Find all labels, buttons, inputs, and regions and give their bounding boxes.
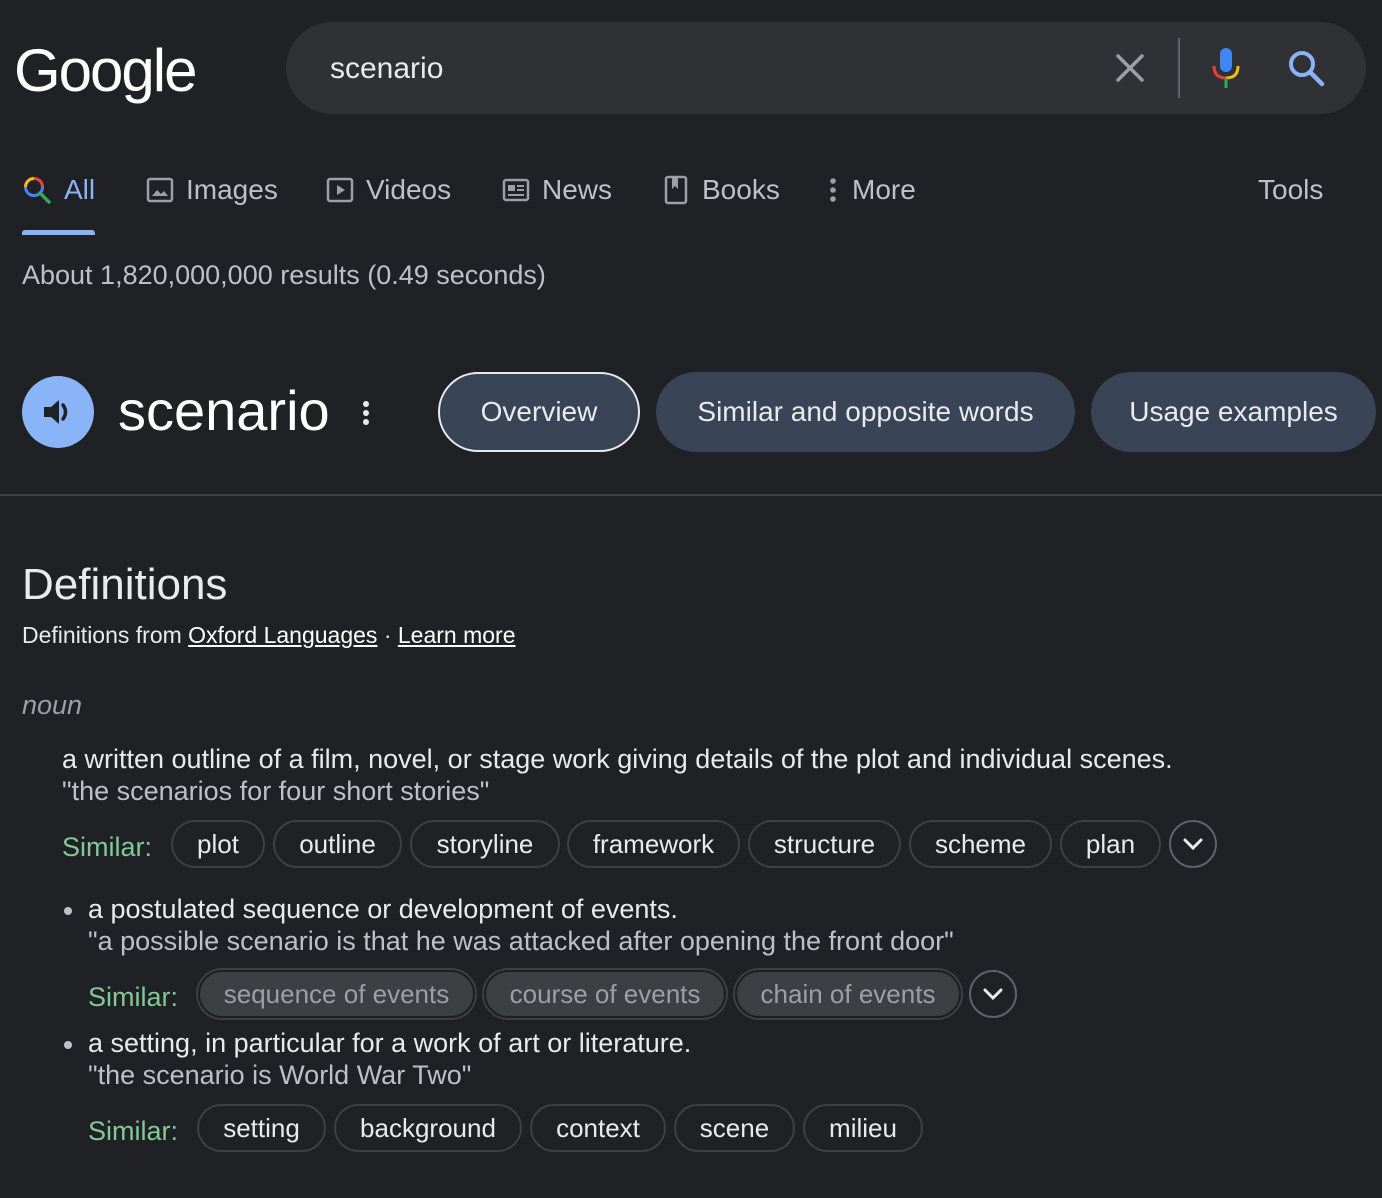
definition-text: a setting, in particular for a work of a… (88, 1028, 692, 1058)
similar-word-chip[interactable]: milieu (803, 1104, 923, 1152)
google-logo[interactable]: Google (14, 36, 197, 105)
tab-label: News (542, 174, 613, 205)
image-icon (146, 177, 174, 203)
definition-example: "the scenario is World War Two" (88, 1060, 472, 1090)
result-stats: About 1,820,000,000 results (0.49 second… (22, 260, 546, 290)
search-icon (24, 177, 51, 204)
expand-similar-button[interactable] (1169, 820, 1217, 868)
similar-word-chip[interactable]: scheme (909, 820, 1052, 868)
definition-example: "the scenarios for four short stories" (62, 776, 490, 806)
pronunciation-button[interactable] (22, 376, 94, 448)
similar-word-chip[interactable]: plot (171, 820, 265, 868)
similar-word-chip[interactable]: context (530, 1104, 666, 1152)
chevron-down-icon (1183, 838, 1203, 851)
similar-word-chip[interactable]: scene (674, 1104, 795, 1152)
similar-word-chip[interactable]: storyline (410, 820, 560, 868)
similar-phrase-chip[interactable]: course of events (484, 970, 726, 1018)
similar-label: Similar: (62, 832, 153, 862)
expand-similar-button[interactable] (969, 970, 1017, 1018)
similar-label: Similar: (88, 1116, 179, 1146)
more-vert-icon[interactable] (356, 398, 376, 428)
definitions-source: Definitions from Oxford Languages · Lear… (22, 622, 516, 649)
dictionary-word: scenario (118, 379, 330, 442)
separator: · (383, 622, 392, 648)
search-icon[interactable] (1286, 48, 1326, 88)
similar-label: Similar: (88, 982, 179, 1012)
tab-books[interactable]: Books (664, 168, 780, 212)
tab-label: Images (186, 174, 278, 205)
book-icon (664, 175, 688, 205)
tab-label: All (64, 174, 96, 205)
clear-icon[interactable] (1112, 50, 1148, 86)
learn-more-link[interactable]: Learn more (398, 622, 516, 648)
bullet (64, 907, 72, 915)
overview-chip[interactable]: Overview (438, 372, 640, 452)
search-divider (1178, 38, 1180, 98)
search-bar[interactable] (286, 22, 1366, 114)
oxford-languages-link[interactable]: Oxford Languages (188, 622, 377, 648)
tab-all[interactable]: All (22, 168, 95, 212)
similar-word-chip[interactable]: background (334, 1104, 522, 1152)
usage-examples-chip[interactable]: Usage examples (1091, 372, 1376, 452)
news-icon (502, 178, 530, 202)
tab-label: Videos (366, 174, 452, 205)
definition-example: "a possible scenario is that he was atta… (88, 926, 954, 956)
definitions-heading: Definitions (22, 560, 228, 609)
tab-images[interactable]: Images (146, 168, 278, 212)
similar-word-chip[interactable]: structure (748, 820, 901, 868)
source-prefix: Definitions from (22, 622, 182, 648)
tab-label: More (852, 174, 916, 205)
definition-text: a written outline of a film, novel, or s… (62, 744, 1173, 774)
tab-label: Books (702, 174, 780, 205)
tab-videos[interactable]: Videos (326, 168, 451, 212)
definition-text: a postulated sequence or development of … (88, 894, 678, 924)
bullet (64, 1041, 72, 1049)
similar-opposite-chip[interactable]: Similar and opposite words (656, 372, 1075, 452)
similar-word-chip[interactable]: outline (273, 820, 402, 868)
similar-word-chip[interactable]: setting (197, 1104, 326, 1152)
tab-more[interactable]: More (826, 168, 916, 212)
search-input[interactable] (328, 46, 1072, 92)
speaker-icon (44, 400, 68, 424)
tools-button[interactable]: Tools (1258, 168, 1323, 212)
similar-word-chip[interactable]: plan (1060, 820, 1161, 868)
tab-news[interactable]: News (502, 168, 612, 212)
play-icon (326, 177, 354, 203)
more-vert-icon (830, 178, 836, 202)
chevron-down-icon (983, 988, 1003, 1001)
similar-phrase-chip[interactable]: chain of events (735, 970, 961, 1018)
active-tab-indicator (22, 230, 95, 235)
divider (0, 494, 1382, 496)
similar-phrase-chip[interactable]: sequence of events (198, 970, 475, 1018)
search-tabs: All Images Videos News Books More Tools (0, 168, 1382, 238)
part-of-speech: noun (22, 690, 83, 720)
similar-word-chip[interactable]: framework (567, 820, 740, 868)
microphone-icon[interactable] (1208, 46, 1244, 90)
